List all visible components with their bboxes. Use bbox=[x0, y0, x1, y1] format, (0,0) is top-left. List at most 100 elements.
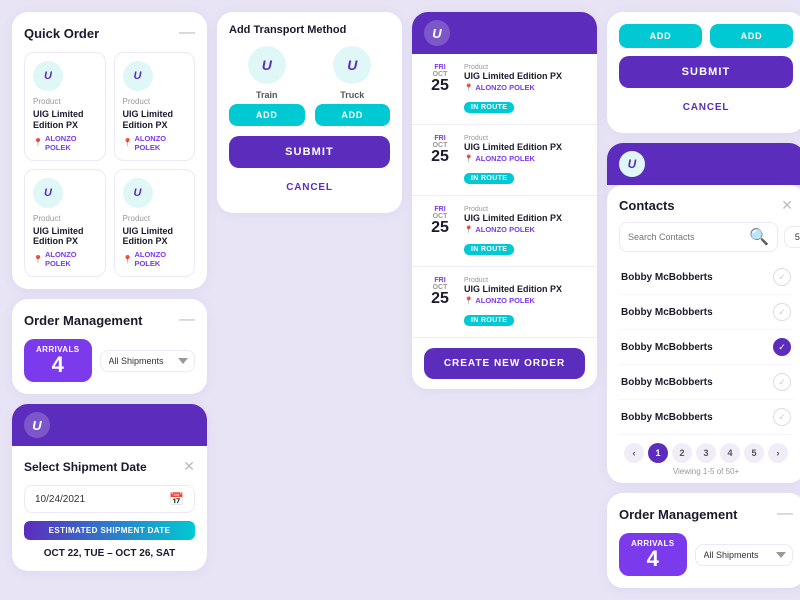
transport-option-truck: U Truck ADD bbox=[315, 46, 391, 126]
contacts-title: Contacts bbox=[619, 198, 675, 213]
transport-submit-button[interactable]: SUBMIT bbox=[229, 136, 390, 168]
product-grid: U Product UIG LimitedEdition PX 📍ALONZO … bbox=[24, 52, 195, 277]
order-management-bottom-title: Order Management bbox=[619, 507, 737, 522]
add-train-button[interactable]: ADD bbox=[229, 104, 305, 126]
product-icon: U bbox=[123, 61, 153, 91]
order-management-collapse-icon[interactable]: — bbox=[179, 311, 195, 329]
arrivals-count-bottom: 4 bbox=[631, 548, 675, 570]
transport-option-train: U Train ADD bbox=[229, 46, 305, 126]
rows-per-page-select[interactable]: 5 Rows 10 Rows 20 Rows bbox=[784, 226, 800, 248]
add-buttons-row: ADD ADD bbox=[619, 24, 793, 48]
date-range-text: OCT 22, TUE – OCT 26, SAT bbox=[24, 548, 195, 559]
contacts-search-wrap: 🔍 bbox=[619, 222, 778, 252]
shipment-list-header: U bbox=[412, 12, 597, 54]
order-management-title: Order Management bbox=[24, 313, 142, 328]
main-submit-button[interactable]: SUBMIT bbox=[619, 56, 793, 88]
contacts-search-row: 🔍 5 Rows 10 Rows 20 Rows bbox=[619, 222, 793, 252]
list-item[interactable]: U Product UIG LimitedEdition PX 📍ALONZO … bbox=[114, 52, 196, 161]
pagination-page-2-button[interactable]: 2 bbox=[672, 443, 692, 463]
table-row[interactable]: FRI OCT 25 Product UIG Limited Edition P… bbox=[412, 125, 597, 196]
pagination-prev-button[interactable]: ‹ bbox=[624, 443, 644, 463]
shipment-filter-select[interactable]: All Shipments Pending In Route Delivered bbox=[100, 350, 196, 372]
list-item[interactable]: U Product UIG LimitedEdition PX 📍ALONZO … bbox=[114, 169, 196, 278]
list-item[interactable]: U Product UIG LimitedEdition PX 📍ALONZO … bbox=[24, 169, 106, 278]
add-truck-button[interactable]: ADD bbox=[315, 104, 391, 126]
contact-check-icon[interactable]: ✓ bbox=[773, 303, 791, 321]
shipment-filter-select-bottom[interactable]: All Shipments Pending In Route Delivered bbox=[695, 544, 794, 566]
date-input-row[interactable]: 10/24/2021 📅 bbox=[24, 485, 195, 513]
product-user: 📍ALONZO POLEK bbox=[33, 250, 97, 268]
product-user: 📍ALONZO POLEK bbox=[123, 134, 187, 152]
shipment-info: Product UIG Limited Edition PX 📍ALONZO P… bbox=[464, 64, 585, 114]
arrivals-count: 4 bbox=[36, 354, 80, 376]
date-input-value: 10/24/2021 bbox=[35, 494, 169, 505]
table-row[interactable]: FRI OCT 25 Product UIG Limited Edition P… bbox=[412, 267, 597, 338]
pagination-page-1-button[interactable]: 1 bbox=[648, 443, 668, 463]
shipment-date-block: FRI OCT 25 bbox=[424, 64, 456, 94]
shipment-card-header: U bbox=[12, 404, 207, 446]
shipment-date-block: FRI OCT 25 bbox=[424, 135, 456, 165]
shipment-info: Product UIG Limited Edition PX 📍ALONZO P… bbox=[464, 206, 585, 256]
add-button-left[interactable]: ADD bbox=[619, 24, 702, 48]
pagination-page-3-button[interactable]: 3 bbox=[696, 443, 716, 463]
quick-order-collapse-icon[interactable]: — bbox=[179, 24, 195, 42]
contact-check-icon[interactable]: ✓ bbox=[773, 373, 791, 391]
list-item[interactable]: Bobby McBobberts ✓ bbox=[619, 400, 793, 435]
product-name: UIG LimitedEdition PX bbox=[123, 226, 174, 248]
contacts-card-body: Contacts ✕ 🔍 5 Rows 10 Rows 20 Rows B bbox=[607, 185, 800, 483]
order-management-card: Order Management — ARRIVALS 4 All Shipme… bbox=[12, 299, 207, 394]
search-input[interactable] bbox=[628, 232, 745, 242]
product-icon: U bbox=[33, 61, 63, 91]
contact-name: Bobby McBobberts bbox=[621, 307, 713, 318]
transport-cancel-button[interactable]: CANCEL bbox=[229, 174, 390, 201]
product-name: UIG LimitedEdition PX bbox=[33, 226, 84, 248]
add-button-right[interactable]: ADD bbox=[710, 24, 793, 48]
shipment-date-card: U Select Shipment Date ✕ 10/24/2021 📅 ES… bbox=[12, 404, 207, 571]
shipment-info: Product UIG Limited Edition PX 📍ALONZO P… bbox=[464, 277, 585, 327]
pagination-row: ‹ 1 2 3 4 5 › bbox=[619, 443, 793, 463]
pagination-page-5-button[interactable]: 5 bbox=[744, 443, 764, 463]
train-label: Train bbox=[256, 90, 278, 100]
shipment-date-header-row: Select Shipment Date ✕ bbox=[24, 458, 195, 475]
list-item[interactable]: Bobby McBobberts ✓ bbox=[619, 330, 793, 365]
status-badge: IN ROUTE bbox=[464, 173, 514, 184]
list-item[interactable]: Bobby McBobberts ✓ bbox=[619, 365, 793, 400]
shipment-date-title: Select Shipment Date bbox=[24, 460, 147, 474]
shipment-date-block: FRI OCT 25 bbox=[424, 277, 456, 307]
add-transport-title: Add Transport Method bbox=[229, 24, 390, 36]
contact-name: Bobby McBobberts bbox=[621, 342, 713, 353]
list-item[interactable]: Bobby McBobberts ✓ bbox=[619, 260, 793, 295]
list-item[interactable]: U Product UIG LimitedEdition PX 📍ALONZO … bbox=[24, 52, 106, 161]
order-management-bottom-collapse-icon[interactable]: — bbox=[777, 505, 793, 523]
truck-label: Truck bbox=[340, 90, 364, 100]
table-row[interactable]: FRI OCT 25 Product UIG Limited Edition P… bbox=[412, 54, 597, 125]
contact-check-icon[interactable]: ✓ bbox=[773, 408, 791, 426]
contact-check-icon[interactable]: ✓ bbox=[773, 268, 791, 286]
search-icon: 🔍 bbox=[749, 227, 769, 247]
pagination-next-button[interactable]: › bbox=[768, 443, 788, 463]
contacts-card-header: U bbox=[607, 143, 800, 185]
shipment-date-body: Select Shipment Date ✕ 10/24/2021 📅 ESTI… bbox=[12, 446, 207, 571]
create-new-order-button[interactable]: CREATE NEW ORDER bbox=[424, 348, 585, 379]
quick-order-card: Quick Order — U Product UIG LimitedEditi… bbox=[12, 12, 207, 289]
contacts-logo: U bbox=[619, 151, 645, 177]
add-transport-card: Add Transport Method U Train ADD U Truck… bbox=[217, 12, 402, 213]
train-icon-wrap: U bbox=[248, 46, 286, 84]
contact-check-icon-active[interactable]: ✓ bbox=[773, 338, 791, 356]
contacts-close-icon[interactable]: ✕ bbox=[781, 197, 793, 214]
contacts-card-wrapper: U Contacts ✕ 🔍 5 Rows 10 Rows 20 Ro bbox=[607, 143, 800, 483]
status-badge: IN ROUTE bbox=[464, 102, 514, 113]
product-icon: U bbox=[123, 178, 153, 208]
quick-order-header: Quick Order — bbox=[24, 24, 195, 42]
product-label: Product bbox=[33, 97, 61, 106]
list-item[interactable]: Bobby McBobberts ✓ bbox=[619, 295, 793, 330]
shipment-info: Product UIG Limited Edition PX 📍ALONZO P… bbox=[464, 135, 585, 185]
quick-order-title: Quick Order bbox=[24, 26, 99, 41]
arrivals-row-bottom: ARRIVALS 4 All Shipments Pending In Rout… bbox=[619, 533, 793, 576]
table-row[interactable]: FRI OCT 25 Product UIG Limited Edition P… bbox=[412, 196, 597, 267]
viewing-text: Viewing 1-5 of 50+ bbox=[619, 467, 793, 476]
shipment-date-close-icon[interactable]: ✕ bbox=[183, 458, 195, 475]
main-cancel-button[interactable]: CANCEL bbox=[619, 94, 793, 121]
contact-name: Bobby McBobberts bbox=[621, 272, 713, 283]
pagination-page-4-button[interactable]: 4 bbox=[720, 443, 740, 463]
